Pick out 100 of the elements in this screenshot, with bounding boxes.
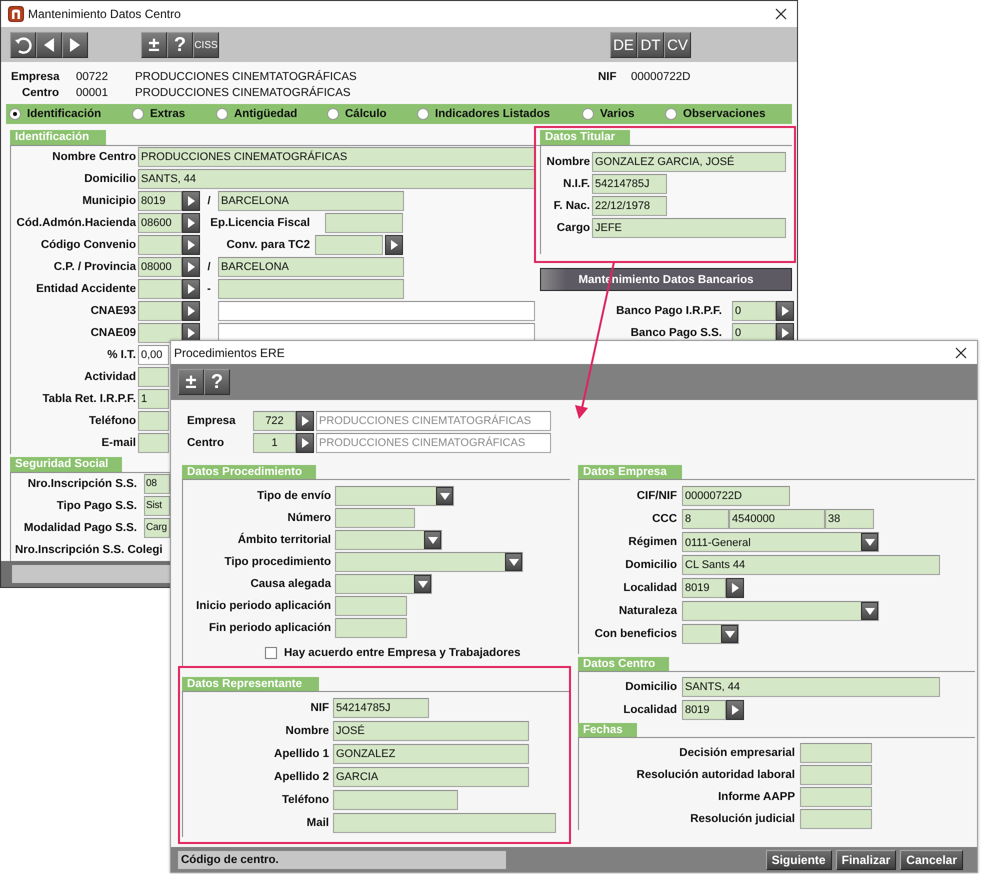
toolbar-button[interactable]: ? [204,369,230,395]
radio-tab[interactable]: Observaciones [665,105,766,123]
text-field[interactable]: 54214785J [592,174,667,194]
dropdown-button[interactable] [505,553,522,571]
lookup-button[interactable] [182,257,200,277]
refresh-button[interactable] [10,32,36,58]
text-field[interactable]: SANTS, 44 [138,169,535,189]
text-field[interactable]: 1 [138,389,169,409]
dropdown-field[interactable] [335,574,432,594]
text-field[interactable] [315,235,383,255]
toolbar-button[interactable]: ? [167,32,193,58]
dropdown-field[interactable] [682,624,739,644]
toolbar-button[interactable]: ± [141,32,167,58]
date-field[interactable] [800,787,872,807]
code-field[interactable] [138,279,182,299]
toolbar-button[interactable]: CV [664,32,691,58]
toolbar-button[interactable]: ± [178,369,204,395]
dropdown-button[interactable] [414,575,431,593]
code-field[interactable]: 8019 [682,700,726,720]
code-field[interactable]: 1 [253,433,296,453]
dropdown-field[interactable]: 0111-General [682,532,879,552]
code-field[interactable]: 0 [732,301,776,321]
radio-tab[interactable]: Cálculo [327,105,417,123]
radio-button[interactable] [582,108,594,120]
text-field[interactable]: 4540000 [729,508,825,528]
date-field[interactable] [800,743,872,763]
lookup-button[interactable] [182,279,200,299]
text-field[interactable]: BARCELONA [218,191,404,211]
text-field[interactable]: 22/12/1978 [592,196,667,216]
code-field[interactable]: 8019 [682,578,726,598]
text-field[interactable] [335,618,407,638]
text-field[interactable] [335,508,415,528]
dropdown-button[interactable] [861,602,878,620]
dialog-button[interactable]: Cancelar [900,850,963,870]
text-field[interactable]: GONZALEZ GARCIA, JOSÉ [592,152,786,172]
text-field[interactable]: 54214785J [333,698,429,718]
close-icon[interactable] [955,346,967,358]
text-field[interactable] [218,279,404,299]
text-field[interactable]: JEFE [592,218,786,238]
code-field[interactable]: 8019 [138,191,182,211]
radio-button[interactable] [417,108,429,120]
code-field[interactable] [138,323,182,343]
toolbar-button[interactable]: DT [637,32,664,58]
code-field[interactable]: 08000 [138,257,182,277]
lookup-button[interactable] [296,411,314,431]
lookup-button[interactable] [726,578,744,598]
text-field[interactable]: BARCELONA [218,257,404,277]
radio-tab[interactable]: Identificación [9,105,132,123]
code-field[interactable]: 08600 [138,213,182,233]
text-field[interactable]: 0,00 [138,345,169,365]
code-field[interactable] [138,235,182,255]
forward-button[interactable] [62,32,88,58]
radio-button[interactable] [327,108,339,120]
back-button[interactable] [36,32,62,58]
lookup-button[interactable] [182,191,200,211]
text-field[interactable]: Sist [144,496,170,516]
radio-button[interactable] [9,108,21,120]
lookup-button[interactable] [776,301,794,321]
checkbox[interactable] [265,647,277,659]
text-field[interactable] [138,433,169,453]
radio-tab[interactable]: Extras [132,105,216,123]
code-field[interactable]: 722 [253,411,296,431]
close-icon[interactable] [775,8,787,20]
radio-button[interactable] [132,108,144,120]
dropdown-button[interactable] [424,531,441,549]
radio-tab[interactable]: Indicadores Listados [417,105,582,123]
text-field[interactable]: GONZALEZ [333,744,529,764]
radio-button[interactable] [665,108,677,120]
text-field[interactable]: Carg [144,518,170,538]
text-field[interactable]: 8 [682,508,729,528]
text-field[interactable] [333,790,458,810]
dialog-button[interactable]: Finalizar [836,850,896,870]
text-field[interactable]: SANTS, 44 [682,676,940,696]
toolbar-button[interactable]: DE [610,32,637,58]
dropdown-field[interactable] [335,486,454,506]
date-field[interactable] [800,765,872,785]
text-field[interactable]: CL Sants 44 [682,554,940,574]
code-field[interactable] [138,301,182,321]
text-field[interactable] [335,596,407,616]
lookup-button[interactable] [726,700,744,720]
lookup-button[interactable] [182,301,200,321]
text-field[interactable]: PRODUCCIONES CINEMATOGRÁFICAS [138,147,535,167]
lookup-button[interactable] [182,235,200,255]
dropdown-field[interactable] [682,600,879,620]
dropdown-button[interactable] [861,532,878,550]
radio-button[interactable] [216,108,228,120]
date-field[interactable] [800,809,872,829]
text-field[interactable] [218,301,535,321]
toolbar-button[interactable]: CISS [193,32,219,58]
text-field[interactable]: 08 [144,474,170,494]
lookup-button[interactable] [182,213,200,233]
text-field[interactable]: GARCIA [333,766,529,786]
text-field[interactable] [138,367,169,387]
dropdown-button[interactable] [436,487,453,505]
text-field[interactable] [325,213,403,233]
text-field[interactable]: 38 [825,508,874,528]
text-field[interactable] [333,812,556,832]
radio-tab[interactable]: Varios [582,105,665,123]
dropdown-button[interactable] [721,624,738,642]
dropdown-field[interactable] [335,530,442,550]
